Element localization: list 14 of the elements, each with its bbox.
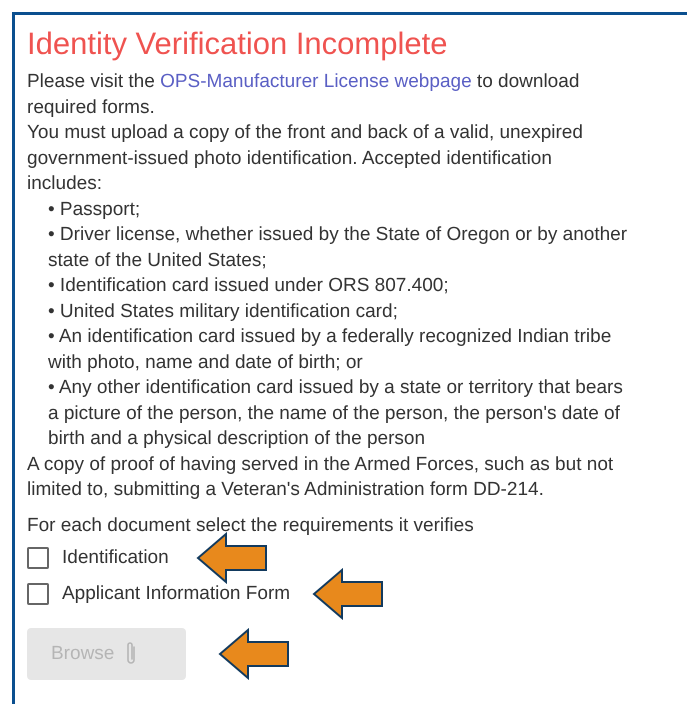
checkbox-label: Identification <box>61 546 169 570</box>
list-item-text: • Any other identification card issued by a state or territory that bears a picture of the person, the name of the person, the person's date of birth and a physical description of the person <box>47 376 624 451</box>
list-item-text: • An identification card issued by a federally recognized Indian tribe with photo, name and date of birth; or <box>47 325 612 374</box>
webpage-link[interactable]: OPS-Manufacturer License webpage <box>160 71 472 92</box>
list-item-text: • United States military identification card; <box>47 300 399 324</box>
instruction-text: Please visit the OPS-Manufacturer License webpage to download required forms. <box>27 70 580 120</box>
prompt-text: For each document select the requirements it verifies <box>27 514 475 538</box>
checkbox-label: Applicant Information Form <box>61 582 290 606</box>
requirements-text: You must upload a copy of the front and back of a valid, unexpired government-issued photo identification. Accepted identification includes: <box>27 121 584 196</box>
dialog-title: Identity Verification Incomplete <box>27 25 448 63</box>
note-text: A copy of proof of having served in the Armed Forces, such as but not limited to, submitting a Veteran's Administration form DD-214. <box>27 452 614 502</box>
list-item-text: • Identification card issued under ORS 807.400; <box>47 274 450 298</box>
list-item-text: • Passport; <box>47 198 142 222</box>
list-item-text: • Driver license, whether issued by the State of Oregon or by another state of the United States; <box>47 223 628 272</box>
